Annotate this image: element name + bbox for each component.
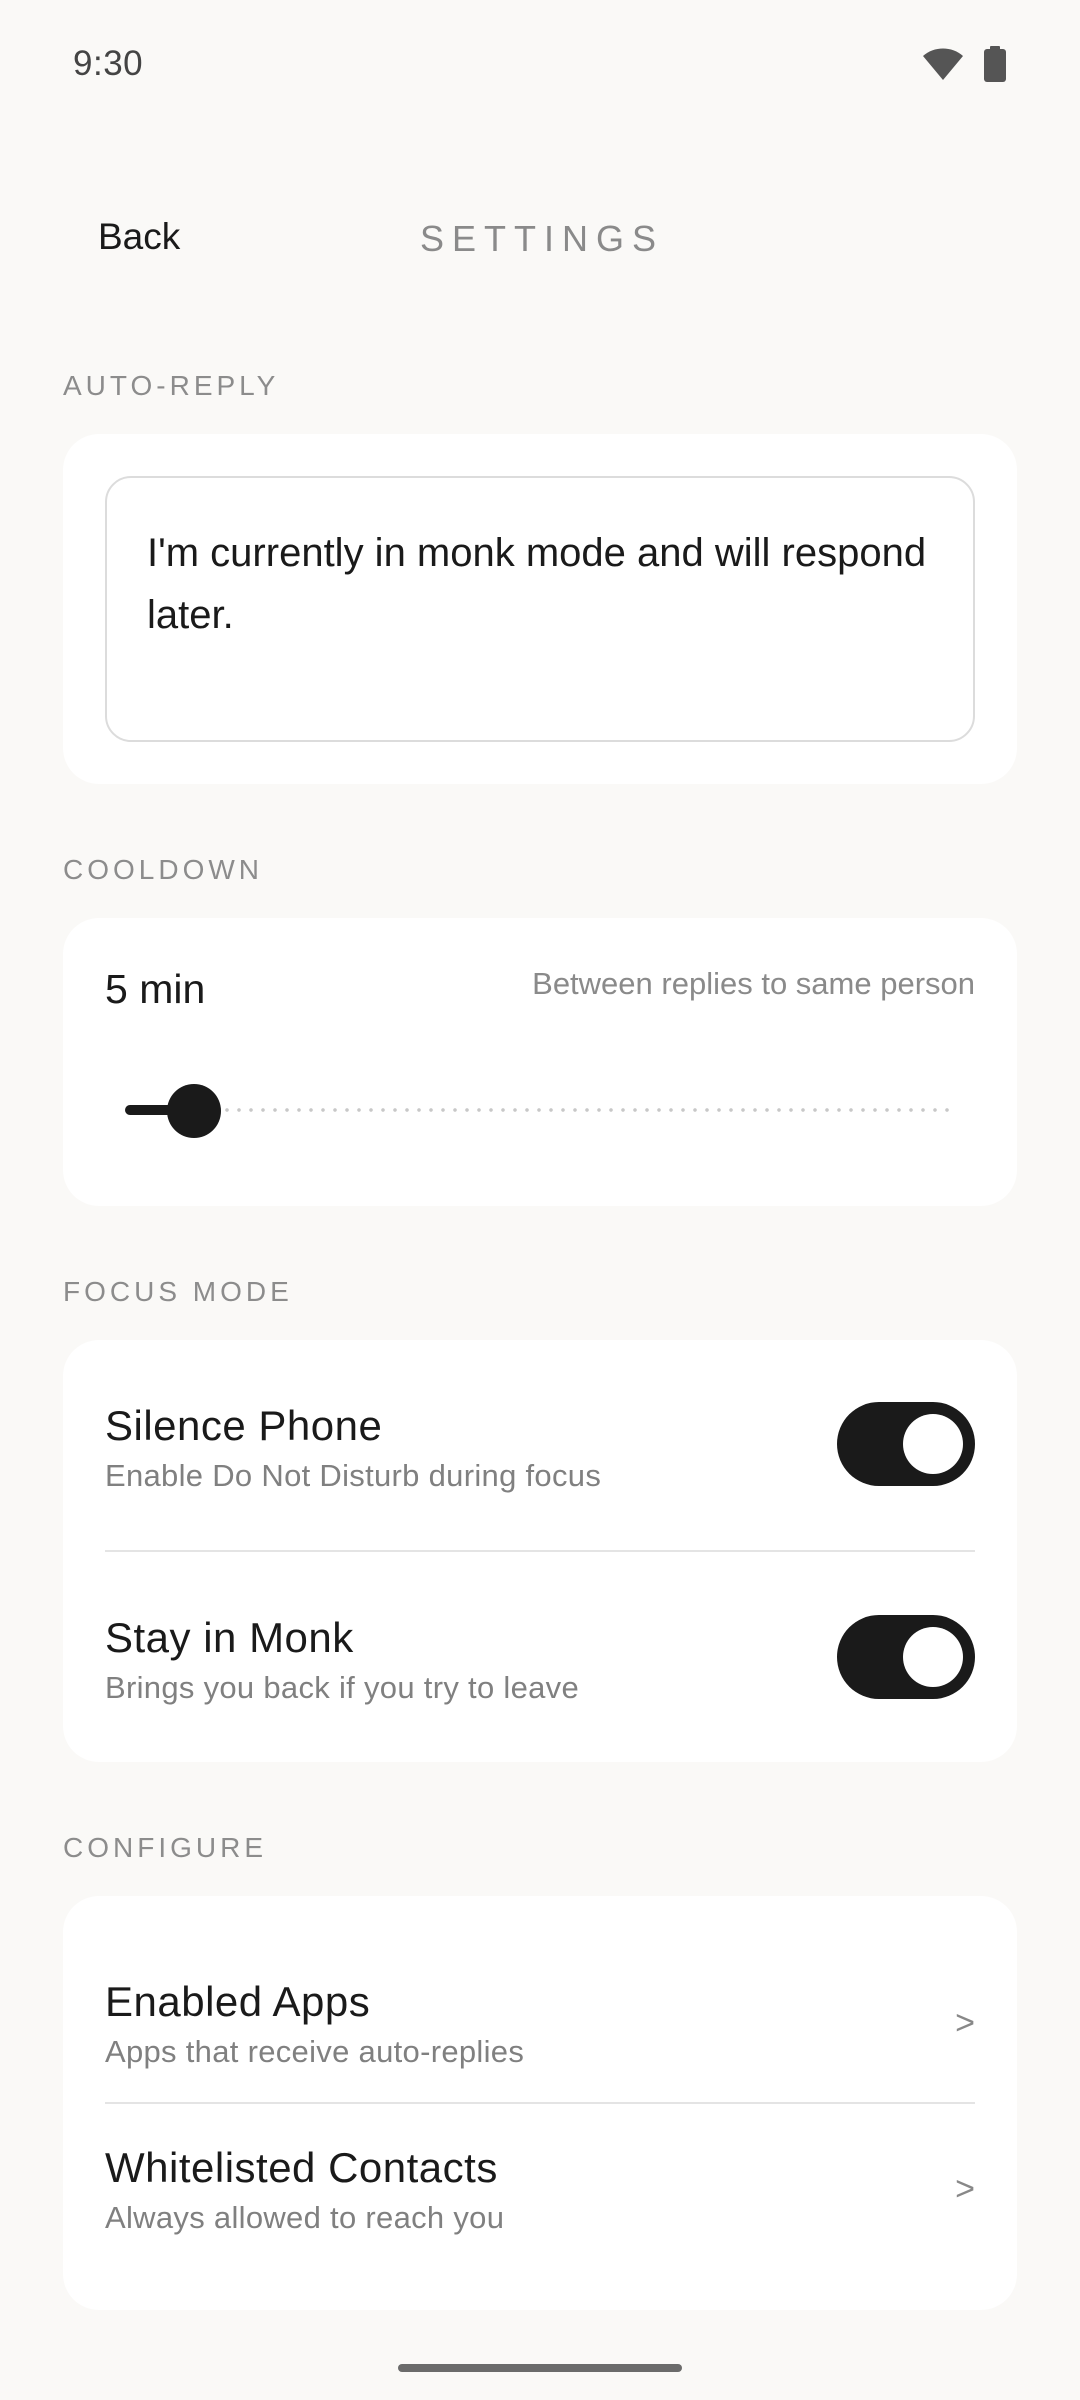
section-label-cooldown: COOLDOWN (63, 854, 263, 885)
slider-track (125, 1108, 953, 1112)
chevron-right-icon: > (955, 2170, 975, 2208)
configure-item-whitelisted-contacts[interactable]: Whitelisted Contacts Always allowed to r… (105, 2144, 975, 2236)
auto-reply-card: I'm currently in monk mode and will resp… (63, 434, 1017, 784)
cooldown-card: 5 min Between replies to same person (63, 918, 1017, 1206)
auto-reply-message-field[interactable]: I'm currently in monk mode and will resp… (105, 476, 975, 742)
back-button[interactable]: Back (98, 216, 180, 258)
settings-screen: 9:30 Back SETTINGS AUTO-REPLY I'm curren… (0, 0, 1080, 2400)
focus-mode-card: Silence Phone Enable Do Not Disturb duri… (63, 1340, 1017, 1762)
silence-phone-toggle[interactable] (837, 1402, 975, 1486)
chevron-right-icon: > (955, 2004, 975, 2042)
wifi-icon (923, 48, 963, 80)
section-label-configure: CONFIGURE (63, 1832, 267, 1863)
row-title: Whitelisted Contacts (105, 2144, 498, 2191)
cooldown-slider[interactable] (125, 1082, 953, 1138)
row-subtitle: Always allowed to reach you (105, 2200, 505, 2235)
configure-item-enabled-apps[interactable]: Enabled Apps Apps that receive auto-repl… (105, 1978, 975, 2070)
toggle-knob (903, 1627, 963, 1687)
section-label-auto-reply: AUTO-REPLY (63, 370, 280, 401)
cooldown-description: Between replies to same person (532, 966, 975, 1001)
page-title: SETTINGS (420, 218, 665, 259)
row-title: Enabled Apps (105, 1978, 371, 2025)
slider-thumb[interactable] (167, 1084, 221, 1138)
configure-card: Enabled Apps Apps that receive auto-repl… (63, 1896, 1017, 2310)
toggle-knob (903, 1414, 963, 1474)
row-subtitle: Apps that receive auto-replies (105, 2034, 525, 2069)
battery-icon (984, 46, 1006, 82)
divider (105, 2102, 975, 2104)
status-icons (922, 46, 1006, 82)
cooldown-value: 5 min (105, 966, 206, 1012)
status-time: 9:30 (73, 44, 144, 83)
stay-in-monk-toggle[interactable] (837, 1615, 975, 1699)
section-label-focus-mode: FOCUS MODE (63, 1276, 293, 1307)
home-indicator[interactable] (398, 2364, 682, 2372)
divider (105, 1550, 975, 1552)
